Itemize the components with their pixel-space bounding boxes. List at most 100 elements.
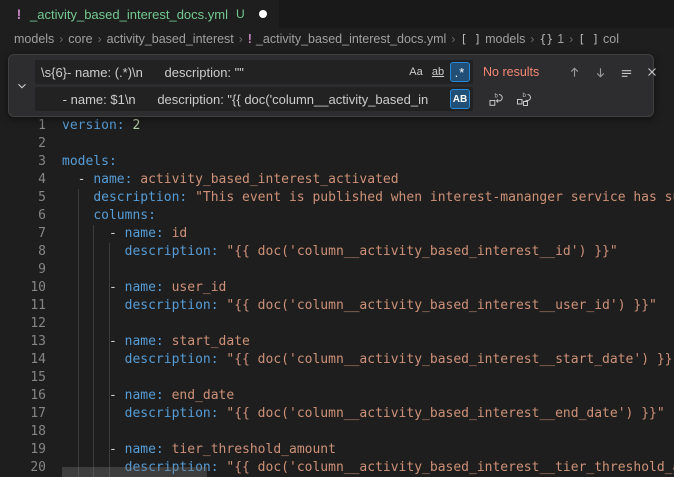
symbol-icon: [ ] — [460, 32, 481, 46]
whole-word-button[interactable]: ab — [428, 62, 448, 82]
code-token — [164, 441, 172, 459]
breadcrumb-separator-icon: › — [530, 32, 534, 46]
tab-active-file[interactable]: ! _activity_based_interest_docs.yml U — [0, 0, 279, 28]
code-token: name: — [125, 333, 164, 351]
previous-match-button[interactable] — [563, 61, 585, 83]
breadcrumb-item[interactable]: models — [14, 32, 54, 46]
code-line[interactable]: 5 description: "This event is published … — [0, 189, 674, 207]
breadcrumb-label: core — [68, 32, 92, 46]
breadcrumb-item[interactable]: [ ] models — [460, 32, 525, 46]
code-token: user_id — [172, 279, 227, 297]
gutter-padding — [46, 189, 62, 207]
code-token: - — [62, 171, 93, 189]
code-token: end_date — [172, 387, 235, 405]
code-line[interactable]: 8 description: "{{ doc('column__activity… — [0, 243, 674, 261]
code-token: "{{ doc('column__activity_based_interest… — [226, 459, 674, 477]
replace-button[interactable]: b — [485, 88, 507, 110]
replace-input[interactable]: - name: $1\n description: "{{ doc('colum… — [35, 87, 473, 111]
code-line[interactable]: 17 description: "{{ doc('column__activit… — [0, 405, 674, 423]
close-icon — [645, 65, 659, 79]
breadcrumb-item[interactable]: !_activity_based_interest_docs.yml — [248, 32, 447, 46]
code-token: name: — [125, 225, 164, 243]
line-number: 15 — [0, 369, 46, 387]
code-token — [164, 387, 172, 405]
code-token — [219, 405, 227, 423]
breadcrumb-item[interactable]: [ ]col — [578, 32, 619, 46]
breadcrumb-separator-icon: › — [451, 32, 455, 46]
code-token: name: — [125, 387, 164, 405]
line-number: 16 — [0, 387, 46, 405]
code-token: activity_based_interest_activated — [140, 171, 398, 189]
unsaved-dot-icon[interactable] — [259, 10, 267, 18]
breadcrumb-label: col — [603, 32, 619, 46]
breadcrumb-label: models — [485, 32, 525, 46]
gutter-padding — [46, 405, 62, 423]
code-token — [219, 459, 227, 477]
code-line[interactable]: 14 description: "{{ doc('column__activit… — [0, 351, 674, 369]
code-token: "This event is published when interest-m… — [195, 189, 674, 207]
find-input[interactable]: \s{6}- name: (.*)\n description: "" Aa a… — [35, 60, 473, 84]
code-line[interactable]: 12 — [0, 315, 674, 333]
code-token — [219, 297, 227, 315]
gutter-padding — [46, 207, 62, 225]
code-token — [164, 279, 172, 297]
code-line[interactable]: 7 - name: id — [0, 225, 674, 243]
replace-value-text: - name: $1\n description: "{{ doc('colum… — [41, 92, 445, 107]
code-token — [219, 243, 227, 261]
code-line[interactable]: 10 - name: user_id — [0, 279, 674, 297]
code-token — [132, 171, 140, 189]
code-line[interactable]: 15 — [0, 369, 674, 387]
replace-icon: b — [488, 91, 504, 107]
line-number: 2 — [0, 135, 46, 153]
breadcrumb-item[interactable]: activity_based_interest — [107, 32, 234, 46]
find-in-selection-button[interactable] — [615, 61, 637, 83]
arrow-up-icon — [567, 65, 582, 80]
code-line[interactable]: 6 columns: — [0, 207, 674, 225]
gutter-padding — [46, 351, 62, 369]
code-token: start_date — [172, 333, 250, 351]
breadcrumb-separator-icon: › — [98, 32, 102, 46]
line-number: 17 — [0, 405, 46, 423]
gutter-padding — [46, 387, 62, 405]
horizontal-scrollbar[interactable] — [62, 467, 207, 477]
code-line[interactable]: 9 — [0, 261, 674, 279]
toggle-replace-button[interactable] — [11, 75, 33, 97]
breadcrumb-separator-icon: › — [239, 32, 243, 46]
match-case-button[interactable]: Aa — [406, 62, 426, 82]
next-match-button[interactable] — [589, 61, 611, 83]
breadcrumb-label: models — [14, 32, 54, 46]
code-token: description: — [93, 189, 187, 207]
find-results-status: No results — [483, 65, 561, 79]
code-token: columns: — [93, 207, 156, 225]
code-line[interactable]: 3models: — [0, 153, 674, 171]
tab-filename: _activity_based_interest_docs.yml — [30, 7, 228, 22]
breadcrumb-item[interactable]: core — [68, 32, 92, 46]
close-find-widget-button[interactable] — [641, 61, 663, 83]
replace-all-button[interactable]: b — [513, 88, 535, 110]
line-number: 7 — [0, 225, 46, 243]
svg-text:b: b — [495, 94, 499, 100]
gutter-padding — [46, 333, 62, 351]
code-line[interactable]: 18 — [0, 423, 674, 441]
code-line[interactable]: 11 description: "{{ doc('column__activit… — [0, 297, 674, 315]
line-number: 1 — [0, 117, 46, 135]
preserve-case-button[interactable]: AB — [450, 89, 470, 109]
breadcrumb-label: 1 — [557, 32, 564, 46]
code-line[interactable]: 13 - name: start_date — [0, 333, 674, 351]
regex-button[interactable]: .* — [450, 62, 470, 82]
code-token: name: — [93, 171, 132, 189]
line-number: 12 — [0, 315, 46, 333]
code-line[interactable]: 19 - name: tier_threshold_amount — [0, 441, 674, 459]
breadcrumb-item[interactable]: {}1 — [539, 32, 564, 46]
code-token — [164, 333, 172, 351]
svg-text:b: b — [523, 93, 527, 99]
code-token: 2 — [132, 117, 140, 135]
code-line[interactable]: 1version: 2 — [0, 117, 674, 135]
code-token: description: — [125, 351, 219, 369]
code-token: description: — [125, 243, 219, 261]
gutter-padding — [46, 279, 62, 297]
code-line[interactable]: 16 - name: end_date — [0, 387, 674, 405]
code-line[interactable]: 4 - name: activity_based_interest_activa… — [0, 171, 674, 189]
code-token: tier_threshold_amount — [172, 441, 336, 459]
code-line[interactable]: 2 — [0, 135, 674, 153]
